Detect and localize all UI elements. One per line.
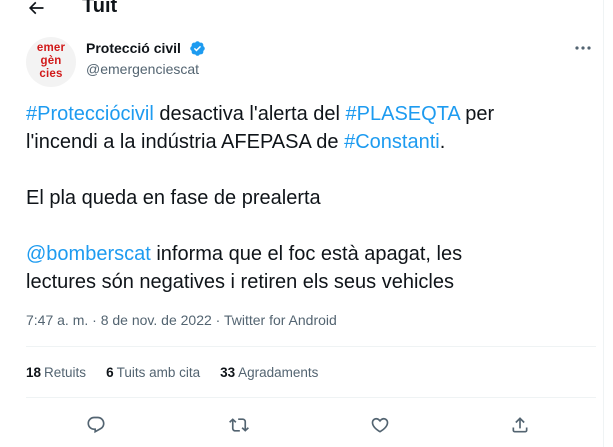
divider [26,397,596,398]
retweets-stat[interactable]: 18 Retuits [26,365,86,380]
retweet-button[interactable] [222,408,256,442]
tweet-stats: 18 Retuits 6 Tuits amb cita 33 Agradaments [26,365,318,380]
hashtag-link[interactable]: #Constanti [344,131,440,153]
more-horizontal-icon [575,46,591,50]
divider [26,346,596,347]
avatar-logo: emer gèn cies [36,42,66,80]
like-icon [371,417,389,433]
page-title: Tuit [82,0,118,17]
arrow-left-icon [28,1,44,15]
reply-button[interactable] [79,408,113,442]
author-handle[interactable]: @emergenciescat [86,61,199,77]
tweet-date[interactable]: 8 de nov. de 2022 [101,312,212,328]
share-button[interactable] [503,408,537,442]
likes-stat[interactable]: 33 Agradaments [220,365,318,380]
tweet-meta: 7:47 a. m. · 8 de nov. de 2022 · Twitter… [26,312,337,328]
share-icon [512,417,528,433]
tweet-time[interactable]: 7:47 a. m. [26,312,88,328]
tweet-line: l'incendi a la indústria AFEPASA de #Con… [26,131,446,153]
tweet-line: #Protecciócivil desactiva l'alerta del #… [26,103,495,125]
retweet-icon [229,418,249,432]
hashtag-link[interactable]: #Protecciócivil [26,103,154,125]
mention-link[interactable]: @bomberscat [26,243,151,265]
column-border [603,0,604,447]
reply-icon [87,416,105,434]
author-name[interactable]: Protecció civil [86,40,181,56]
tweet-text: #Protecciócivil desactiva l'alerta del #… [26,100,596,296]
more-button[interactable] [572,40,594,56]
page-header: Tuit [0,0,603,22]
hashtag-link[interactable]: #PLASEQTA [346,103,460,125]
tweet-actions [26,408,596,442]
tweet-line: El pla queda en fase de prealerta [26,187,321,209]
tweet-line: @bomberscat informa que el foc està apag… [26,243,463,265]
avatar[interactable]: emer gèn cies [26,37,76,87]
verified-badge-icon [190,41,205,56]
tweet-source[interactable]: Twitter for Android [224,312,337,328]
back-button[interactable] [22,0,50,22]
tweet-line: lectures són negatives i retiren els seu… [26,271,454,293]
like-button[interactable] [363,408,397,442]
quotes-stat[interactable]: 6 Tuits amb cita [106,365,200,380]
